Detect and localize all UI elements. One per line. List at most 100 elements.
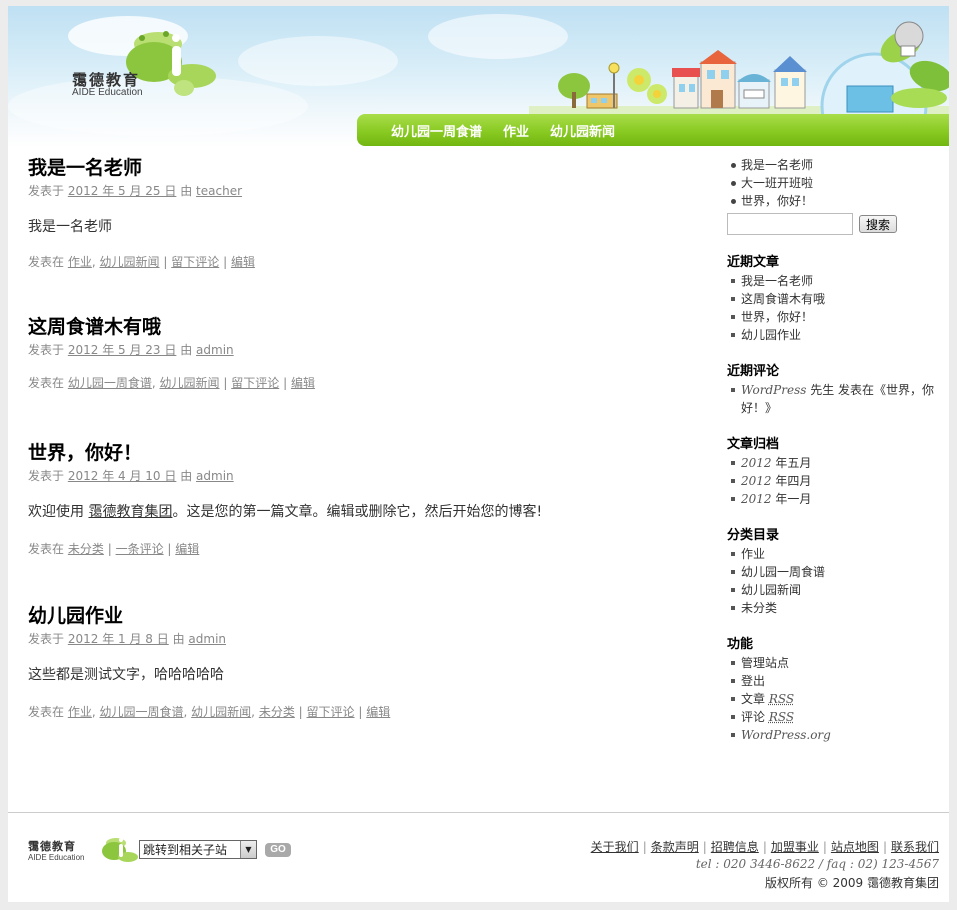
recent-comment-item: WordPress 先生 发表在《世界，你好！》 xyxy=(727,381,942,417)
post-utility: 发表在 作业, 幼儿园一周食谱, 幼儿园新闻, 未分类 | 留下评论 | 编辑 xyxy=(28,705,391,719)
post-body: 欢迎使用 霭德教育集团。这是您的第一篇文章。编辑或删除它，然后开始您的博客! xyxy=(28,502,678,522)
category-link[interactable]: 幼儿园新闻 xyxy=(727,581,942,599)
archive-link[interactable]: 2012 年四月 xyxy=(727,472,942,490)
separator: | xyxy=(702,840,707,854)
author-link[interactable]: admin xyxy=(196,343,234,357)
category-link[interactable]: 作业 xyxy=(727,545,942,563)
footer-link-sitemap[interactable]: 站点地图 xyxy=(831,840,879,854)
page-link[interactable]: 世界，你好！ xyxy=(727,192,942,210)
separator: | xyxy=(223,376,228,390)
category-link[interactable]: 幼儿园一周食谱 xyxy=(68,376,152,390)
comment-link[interactable]: 留下评论 xyxy=(307,705,355,719)
separator: | xyxy=(822,840,827,854)
archive-link[interactable]: 2012 年五月 xyxy=(727,454,942,472)
footer-logo[interactable]: 霭德教育 AIDE Education xyxy=(28,835,138,869)
comment-link[interactable]: 留下评论 xyxy=(231,376,279,390)
post-date-link[interactable]: 2012 年 5 月 25 日 xyxy=(68,184,177,198)
search-input[interactable] xyxy=(727,213,853,235)
post-body: 我是一名老师 xyxy=(28,219,112,235)
edit-link[interactable]: 编辑 xyxy=(175,542,199,556)
category-link[interactable]: 未分类 xyxy=(727,599,942,617)
recent-comments-list: WordPress 先生 发表在《世界，你好！》 xyxy=(727,381,942,417)
archives-list: 2012 年五月 2012 年四月 2012 年一月 xyxy=(727,454,942,508)
search-button[interactable]: 搜索 xyxy=(859,215,897,233)
category-link[interactable]: 作业 xyxy=(68,255,92,269)
separator: | xyxy=(107,542,112,556)
separator: | xyxy=(358,705,363,719)
recent-post-link[interactable]: 我是一名老师 xyxy=(727,272,942,290)
author-link[interactable]: teacher xyxy=(196,184,242,198)
comments-rss-link[interactable]: 评论 RSS xyxy=(727,708,942,726)
nav-link-homework[interactable]: 作业 xyxy=(503,121,529,140)
post-title[interactable]: 这周食谱木有哦 xyxy=(28,313,678,341)
footer-link-terms[interactable]: 条款声明 xyxy=(651,840,699,854)
rss-abbr: RSS xyxy=(768,692,795,706)
logo-english-text: AIDE Education xyxy=(72,87,143,98)
comment-author-link[interactable]: WordPress xyxy=(741,383,806,397)
page-link[interactable]: 我是一名老师 xyxy=(727,156,942,174)
site-logo[interactable]: 霭德教育 AIDE Education xyxy=(72,24,222,104)
cloud-decoration xyxy=(238,36,398,86)
edit-link[interactable]: 编辑 xyxy=(291,376,315,390)
rss-label: 文章 xyxy=(741,692,769,706)
post-utility: 发表在 作业, 幼儿园新闻 | 留下评论 | 编辑 xyxy=(28,255,255,269)
footer-link-contact[interactable]: 联系我们 xyxy=(891,840,939,854)
recent-posts-title: 近期文章 xyxy=(727,255,780,270)
author-link[interactable]: admin xyxy=(196,469,234,483)
footer-link-jobs[interactable]: 招聘信息 xyxy=(711,840,759,854)
subsite-select[interactable]: 跳转到相关子站 ▼ xyxy=(139,840,257,859)
category-link[interactable]: 未分类 xyxy=(68,542,104,556)
archive-year: 2012 xyxy=(741,456,772,470)
category-link[interactable]: 作业 xyxy=(68,705,92,719)
category-link[interactable]: 幼儿园一周食谱 xyxy=(100,705,184,719)
category-link[interactable]: 幼儿园一周食谱 xyxy=(727,563,942,581)
recent-post-link[interactable]: 世界，你好！ xyxy=(727,308,942,326)
post-date-link[interactable]: 2012 年 4 月 10 日 xyxy=(68,469,177,483)
post-utility: 发表在 幼儿园一周食谱, 幼儿园新闻 | 留下评论 | 编辑 xyxy=(28,376,315,390)
body-site-link[interactable]: 霭德教育集团 xyxy=(88,504,172,520)
comment-link[interactable]: 留下评论 xyxy=(171,255,219,269)
posted-on-label: 发表于 xyxy=(28,343,65,357)
edit-link[interactable]: 编辑 xyxy=(366,705,390,719)
archive-month: 年四月 xyxy=(771,474,812,488)
comment-link[interactable]: 一条评论 xyxy=(116,542,164,556)
page-link[interactable]: 大一班开班啦 xyxy=(727,174,942,192)
post-title[interactable]: 我是一名老师 xyxy=(28,154,678,182)
post-title[interactable]: 幼儿园作业 xyxy=(28,602,678,630)
post-body: 这些都是测试文字，哈哈哈哈哈 xyxy=(28,667,224,683)
recent-post-link[interactable]: 这周食谱木有哦 xyxy=(727,290,942,308)
post-title[interactable]: 世界，你好！ xyxy=(28,439,678,467)
footer-link-about[interactable]: 关于我们 xyxy=(591,840,639,854)
by-label: 由 xyxy=(172,632,185,646)
category-link[interactable]: 未分类 xyxy=(259,705,295,719)
footer-phone: tel : 020 3446-8622 / faq : 02) 123-4567 xyxy=(695,857,939,871)
archive-year: 2012 xyxy=(741,474,772,488)
category-link[interactable]: 幼儿园新闻 xyxy=(160,376,220,390)
wordpress-org-text: WordPress.org xyxy=(741,728,831,742)
logout-link[interactable]: 登出 xyxy=(727,672,942,690)
recent-post-link[interactable]: 幼儿园作业 xyxy=(727,326,942,344)
archive-link[interactable]: 2012 年一月 xyxy=(727,490,942,508)
posts-rss-link[interactable]: 文章 RSS xyxy=(727,690,942,708)
author-link[interactable]: admin xyxy=(188,632,226,646)
meta-list: 管理站点 登出 文章 RSS 评论 RSS WordPress.org xyxy=(727,654,942,744)
post-date-link[interactable]: 2012 年 5 月 23 日 xyxy=(68,343,177,357)
separator: | xyxy=(223,255,228,269)
nav-link-weekly-menu[interactable]: 幼儿园一周食谱 xyxy=(391,121,482,140)
category-link[interactable]: 幼儿园新闻 xyxy=(100,255,160,269)
nav-link-news[interactable]: 幼儿园新闻 xyxy=(550,121,615,140)
edit-link[interactable]: 编辑 xyxy=(231,255,255,269)
category-link[interactable]: 幼儿园新闻 xyxy=(191,705,251,719)
body-text: 欢迎使用 xyxy=(28,504,89,520)
body-text: 。这是您的第一篇文章。编辑或删除它，然后开始您的博客! xyxy=(172,504,543,520)
post-date-link[interactable]: 2012 年 1 月 8 日 xyxy=(68,632,169,646)
footer-copyright: 版权所有 © 2009 霭德教育集团 xyxy=(765,876,939,890)
header-illustration xyxy=(529,21,949,118)
manage-site-link[interactable]: 管理站点 xyxy=(727,654,942,672)
post-meta: 发表于 2012 年 4 月 10 日 由 admin xyxy=(28,467,678,485)
go-button[interactable]: GO xyxy=(265,842,291,857)
separator: | xyxy=(167,542,172,556)
site-header: 霭德教育 AIDE Education 幼儿园一周食谱 作业 幼儿园新闻 xyxy=(8,6,949,148)
footer-link-franchise[interactable]: 加盟事业 xyxy=(771,840,819,854)
wordpress-org-link[interactable]: WordPress.org xyxy=(727,726,942,744)
